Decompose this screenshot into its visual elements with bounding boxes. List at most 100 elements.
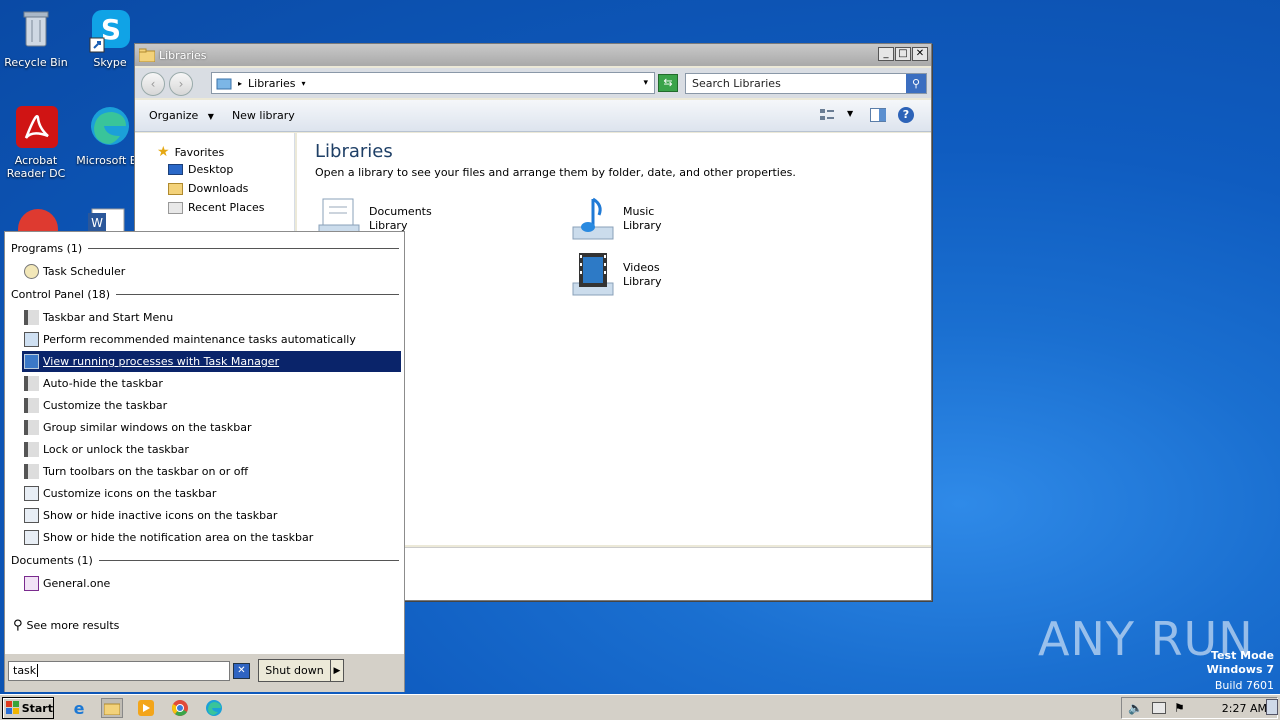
- start-menu-bottom-bar: task ✕ Shut down ▶: [5, 654, 404, 692]
- folder-icon: [139, 48, 155, 62]
- windows-logo-icon: [6, 701, 19, 714]
- refresh-button[interactable]: ⇆: [658, 74, 678, 92]
- result-task-scheduler[interactable]: Task Scheduler: [22, 261, 401, 282]
- breadcrumb-arrow-icon[interactable]: ▸: [238, 79, 242, 88]
- start-button[interactable]: Start: [2, 697, 54, 719]
- desktop-icon: [168, 164, 183, 175]
- help-icon[interactable]: ?: [898, 107, 914, 123]
- page-subtitle: Open a library to see your files and arr…: [315, 166, 796, 179]
- explorer-taskbar-icon[interactable]: [101, 698, 123, 718]
- onenote-icon: [24, 576, 39, 591]
- clear-search-icon[interactable]: ✕: [233, 663, 250, 679]
- back-button[interactable]: ‹: [141, 72, 165, 96]
- nav-desktop[interactable]: Desktop: [168, 163, 233, 176]
- desktop-icon-recycle-bin[interactable]: Recycle Bin: [0, 6, 74, 69]
- desktop-icon-acrobat[interactable]: Acrobat Reader DC: [0, 104, 74, 180]
- clock[interactable]: 2:27 AM: [1222, 702, 1267, 715]
- result-maintenance[interactable]: Perform recommended maintenance tasks au…: [22, 329, 401, 350]
- breadcrumb-dropdown-icon[interactable]: ▾: [302, 79, 306, 88]
- result-lock-taskbar[interactable]: Lock or unlock the taskbar: [22, 439, 401, 460]
- preview-pane-icon[interactable]: [870, 108, 886, 122]
- edge-taskbar-icon[interactable]: [203, 698, 225, 718]
- result-general-one[interactable]: General.one: [22, 573, 401, 594]
- start-search-input[interactable]: task: [8, 661, 230, 681]
- result-taskbar-start-menu[interactable]: Taskbar and Start Menu: [22, 307, 401, 328]
- task-manager-icon: [24, 354, 39, 369]
- taskbar-settings-icon: [24, 464, 39, 479]
- library-videos[interactable]: Videos Library: [569, 251, 661, 299]
- taskbar-settings-icon: [24, 376, 39, 391]
- videos-library-icon: [572, 253, 614, 296]
- notification-area-icon: [24, 486, 39, 501]
- media-player-taskbar-icon[interactable]: [135, 698, 157, 718]
- address-text[interactable]: Libraries: [248, 77, 296, 90]
- close-button[interactable]: ✕: [912, 47, 928, 61]
- downloads-icon: [168, 182, 183, 195]
- window-title: Libraries: [159, 48, 207, 62]
- shutdown-options-icon[interactable]: ▶: [331, 666, 343, 676]
- libraries-icon: [216, 78, 232, 90]
- window-titlebar[interactable]: Libraries: [135, 44, 931, 66]
- chrome-taskbar-icon[interactable]: [169, 698, 191, 718]
- taskbar-settings-icon: [24, 310, 39, 325]
- search-icon: ⚲: [13, 618, 23, 633]
- new-library-button[interactable]: New library: [232, 109, 295, 122]
- volume-icon[interactable]: 🔈: [1128, 701, 1143, 715]
- address-row: ‹ › ▸ Libraries ▾ ▾ ⇆ Search Libraries ⚲: [135, 68, 931, 98]
- action-center-icon: [24, 332, 39, 347]
- address-dropdown-icon[interactable]: ▾: [643, 78, 648, 88]
- nav-favorites[interactable]: ★ Favorites: [157, 144, 224, 160]
- search-icon[interactable]: ⚲: [906, 74, 926, 93]
- word-desktop-partial-icon[interactable]: W: [88, 205, 128, 231]
- build-text: Build 7601: [1214, 679, 1274, 692]
- notification-area-icon: [24, 530, 39, 545]
- group-control-panel[interactable]: Control Panel (18): [11, 288, 399, 301]
- internet-explorer-taskbar-icon[interactable]: e: [68, 698, 90, 718]
- network-icon[interactable]: [1152, 702, 1166, 714]
- edge-icon: [86, 104, 134, 152]
- library-music[interactable]: Music Library: [569, 195, 661, 243]
- taskbar: Start e 🔈 ⚑ 2:27 AM: [0, 694, 1280, 720]
- notification-area-icon: [24, 508, 39, 523]
- show-desktop-button[interactable]: [1266, 699, 1278, 715]
- minimize-button[interactable]: _: [878, 47, 894, 61]
- maximize-button[interactable]: □: [895, 47, 911, 61]
- forward-button[interactable]: ›: [169, 72, 193, 96]
- organize-button[interactable]: Organize ▼: [149, 109, 214, 122]
- result-auto-hide[interactable]: Auto-hide the taskbar: [22, 373, 401, 394]
- clock-icon: [24, 264, 39, 279]
- action-center-flag-icon[interactable]: ⚑: [1174, 701, 1185, 715]
- chrome-desktop-partial-icon[interactable]: [18, 205, 58, 231]
- group-programs[interactable]: Programs (1): [11, 242, 399, 255]
- result-notification-area[interactable]: Show or hide the notification area on th…: [22, 527, 401, 548]
- taskbar-settings-icon: [24, 398, 39, 413]
- address-bar[interactable]: ▸ Libraries ▾ ▾: [211, 72, 655, 94]
- acrobat-label: Acrobat Reader DC: [6, 154, 66, 180]
- result-group-windows[interactable]: Group similar windows on the taskbar: [22, 417, 401, 438]
- recycle-bin-label: Recycle Bin: [4, 56, 68, 69]
- search-libraries-field[interactable]: Search Libraries ⚲: [685, 73, 927, 94]
- result-toolbars[interactable]: Turn toolbars on the taskbar on or off: [22, 461, 401, 482]
- nav-recent-places[interactable]: Recent Places: [168, 201, 265, 214]
- taskbar-settings-icon: [24, 420, 39, 435]
- result-task-manager[interactable]: View running processes with Task Manager: [22, 351, 401, 372]
- shutdown-label[interactable]: Shut down: [259, 660, 331, 681]
- taskbar-settings-icon: [24, 442, 39, 457]
- skype-icon: S: [86, 6, 134, 54]
- group-documents[interactable]: Documents (1): [11, 554, 399, 567]
- system-tray: 🔈 ⚑ 2:27 AM: [1121, 697, 1278, 719]
- search-placeholder: Search Libraries: [692, 77, 781, 90]
- music-library-icon: [572, 197, 614, 240]
- shutdown-button[interactable]: Shut down ▶: [258, 659, 344, 682]
- test-mode-text: Test Mode: [1211, 649, 1274, 662]
- result-inactive-icons[interactable]: Show or hide inactive icons on the taskb…: [22, 505, 401, 526]
- acrobat-icon: [12, 104, 60, 152]
- start-menu: Programs (1) Task Scheduler Control Pane…: [4, 231, 405, 692]
- view-options-icon[interactable]: [819, 108, 835, 122]
- see-more-results[interactable]: ⚲ See more results: [11, 615, 390, 636]
- result-customize-icons[interactable]: Customize icons on the taskbar: [22, 483, 401, 504]
- nav-downloads[interactable]: Downloads: [168, 182, 248, 195]
- windows-version-text: Windows 7: [1206, 663, 1274, 676]
- view-dropdown-icon[interactable]: ▼: [847, 109, 853, 118]
- result-customize-taskbar[interactable]: Customize the taskbar: [22, 395, 401, 416]
